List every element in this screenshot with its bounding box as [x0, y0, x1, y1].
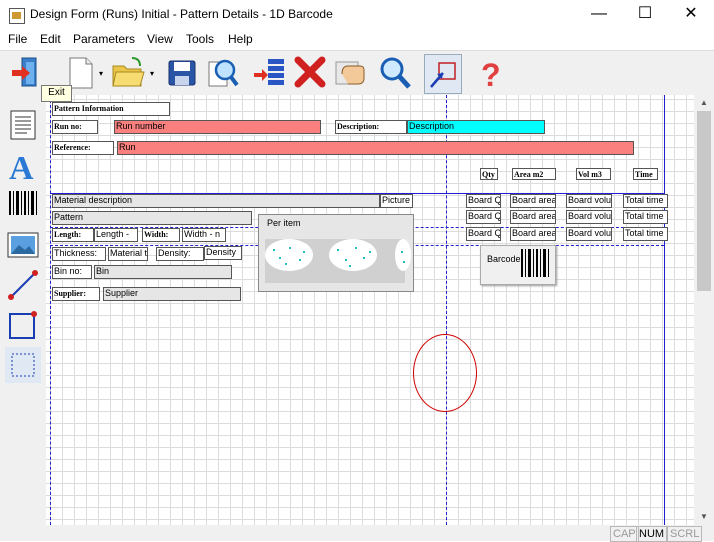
total-time-field-2[interactable]: Total time — [623, 210, 668, 224]
thickness-label[interactable]: Thickness: — [52, 247, 106, 261]
menu-file[interactable]: File — [8, 32, 27, 46]
barcode-label: Barcode — [487, 254, 521, 264]
exit-tooltip: Exit — [41, 85, 72, 102]
open-folder-icon[interactable] — [110, 54, 146, 92]
reference-label[interactable]: Reference: — [52, 141, 114, 155]
menu-parameters[interactable]: Parameters — [73, 32, 135, 46]
app-icon — [9, 8, 25, 24]
menu-view[interactable]: View — [147, 32, 173, 46]
text-block-icon[interactable] — [5, 107, 41, 143]
board-area-field-2[interactable]: Board area — [510, 210, 556, 224]
title-bar: Design Form (Runs) Initial - Pattern Det… — [0, 0, 714, 30]
vertical-scrollbar[interactable]: ▲ ▼ — [694, 95, 714, 525]
picture-field[interactable]: Picture — [380, 194, 413, 208]
save-icon[interactable] — [165, 54, 201, 92]
scroll-up-icon[interactable]: ▲ — [694, 95, 714, 111]
image-icon[interactable] — [5, 227, 41, 263]
right-margin-guide — [664, 95, 665, 525]
scroll-thumb[interactable] — [697, 111, 711, 291]
board-volume-field-3[interactable]: Board volu — [566, 227, 612, 241]
material-description-field[interactable]: Material description — [52, 194, 380, 208]
supplier-field[interactable]: Supplier — [103, 287, 241, 301]
description-field[interactable]: Description — [407, 120, 545, 134]
maximize-button[interactable]: ☐ — [622, 0, 668, 30]
barcode-object[interactable]: Barcode — [480, 245, 556, 285]
search-icon[interactable] — [377, 54, 413, 92]
width-label[interactable]: Width: — [142, 228, 180, 242]
menu-edit[interactable]: Edit — [40, 32, 61, 46]
run-no-label[interactable]: Run no: — [52, 120, 98, 134]
minimize-button[interactable]: — — [576, 0, 622, 30]
barcode-icon[interactable] — [5, 187, 41, 223]
open-dropdown-arrow[interactable]: ▾ — [150, 69, 154, 78]
barcode-bars — [521, 249, 549, 277]
total-time-field-1[interactable]: Total time — [623, 194, 668, 208]
close-button[interactable]: ✕ — [668, 0, 714, 30]
pattern-information-label[interactable]: Pattern Information — [52, 102, 170, 116]
text-a-icon[interactable]: A — [5, 147, 41, 187]
window-title: Design Form (Runs) Initial - Pattern Det… — [30, 7, 333, 21]
total-time-field-3[interactable]: Total time — [623, 227, 668, 241]
cap-indicator: CAP — [610, 526, 639, 542]
qty-header[interactable]: Qty — [480, 168, 498, 180]
scroll-down-icon[interactable]: ▼ — [694, 509, 714, 525]
density-field[interactable]: Density — [204, 246, 242, 260]
ellipse-shape[interactable] — [413, 334, 477, 412]
per-item-label: Per item — [267, 218, 301, 228]
svg-text:A: A — [9, 150, 34, 183]
board-volume-field-2[interactable]: Board volu — [566, 210, 612, 224]
vol-m3-header[interactable]: Vol m3 — [576, 168, 611, 180]
select-region-icon[interactable] — [424, 54, 462, 94]
rectangle-icon[interactable] — [5, 307, 41, 343]
design-canvas[interactable]: Pattern Information Run no: Run number D… — [46, 95, 694, 525]
board-q-field-2[interactable]: Board Q — [466, 210, 501, 224]
supplier-label[interactable]: Supplier: — [52, 287, 100, 301]
run-field[interactable]: Run — [117, 141, 634, 155]
board-area-field-1[interactable]: Board area — [510, 194, 556, 208]
board-volume-field-1[interactable]: Board volu — [566, 194, 612, 208]
help-icon[interactable]: ? — [472, 54, 508, 93]
run-number-field[interactable]: Run number — [114, 120, 321, 134]
length-label[interactable]: Length: — [52, 228, 94, 242]
width-field[interactable]: Width - n — [182, 228, 226, 242]
tool-palette: A — [0, 95, 46, 525]
pattern-field[interactable]: Pattern — [52, 211, 252, 225]
print-preview-icon[interactable] — [205, 54, 241, 92]
insert-rows-icon[interactable] — [252, 54, 288, 92]
menu-bar: File Edit Parameters View Tools Help — [0, 30, 714, 50]
board-q-field-1[interactable]: Board Q — [466, 194, 501, 208]
time-header[interactable]: Time — [633, 168, 658, 180]
line-icon[interactable] — [5, 267, 41, 303]
hand-pointer-icon[interactable] — [332, 54, 368, 92]
bin-no-label[interactable]: Bin no: — [52, 265, 92, 279]
exit-icon[interactable] — [8, 54, 44, 92]
bin-field[interactable]: Bin — [94, 265, 232, 279]
per-item-picture[interactable]: Per item — [258, 214, 414, 292]
board-q-field-3[interactable]: Board Q — [466, 227, 501, 241]
left-margin-guide — [50, 95, 51, 525]
board-area-field-3[interactable]: Board area — [510, 227, 556, 241]
wood-grain-image — [265, 239, 411, 283]
new-dropdown-arrow[interactable]: ▾ — [99, 69, 103, 78]
menu-help[interactable]: Help — [228, 32, 253, 46]
density-label[interactable]: Density: — [156, 247, 204, 261]
svg-text:?: ? — [481, 57, 501, 92]
scrl-indicator: SCRL — [667, 526, 703, 542]
menu-tools[interactable]: Tools — [186, 32, 214, 46]
area-m2-header[interactable]: Area m2 — [512, 168, 556, 180]
num-indicator: NUM — [636, 526, 668, 542]
status-bar: CAP NUM SCRL — [0, 525, 714, 542]
column-guide — [446, 95, 447, 525]
length-field[interactable]: Length - — [94, 228, 138, 242]
material-t-field[interactable]: Material t — [108, 247, 148, 261]
toolbar: ▾ ▾ ? — [0, 50, 714, 96]
selection-icon[interactable] — [5, 347, 41, 383]
delete-icon[interactable] — [292, 54, 328, 92]
description-label[interactable]: Description: — [335, 120, 407, 134]
